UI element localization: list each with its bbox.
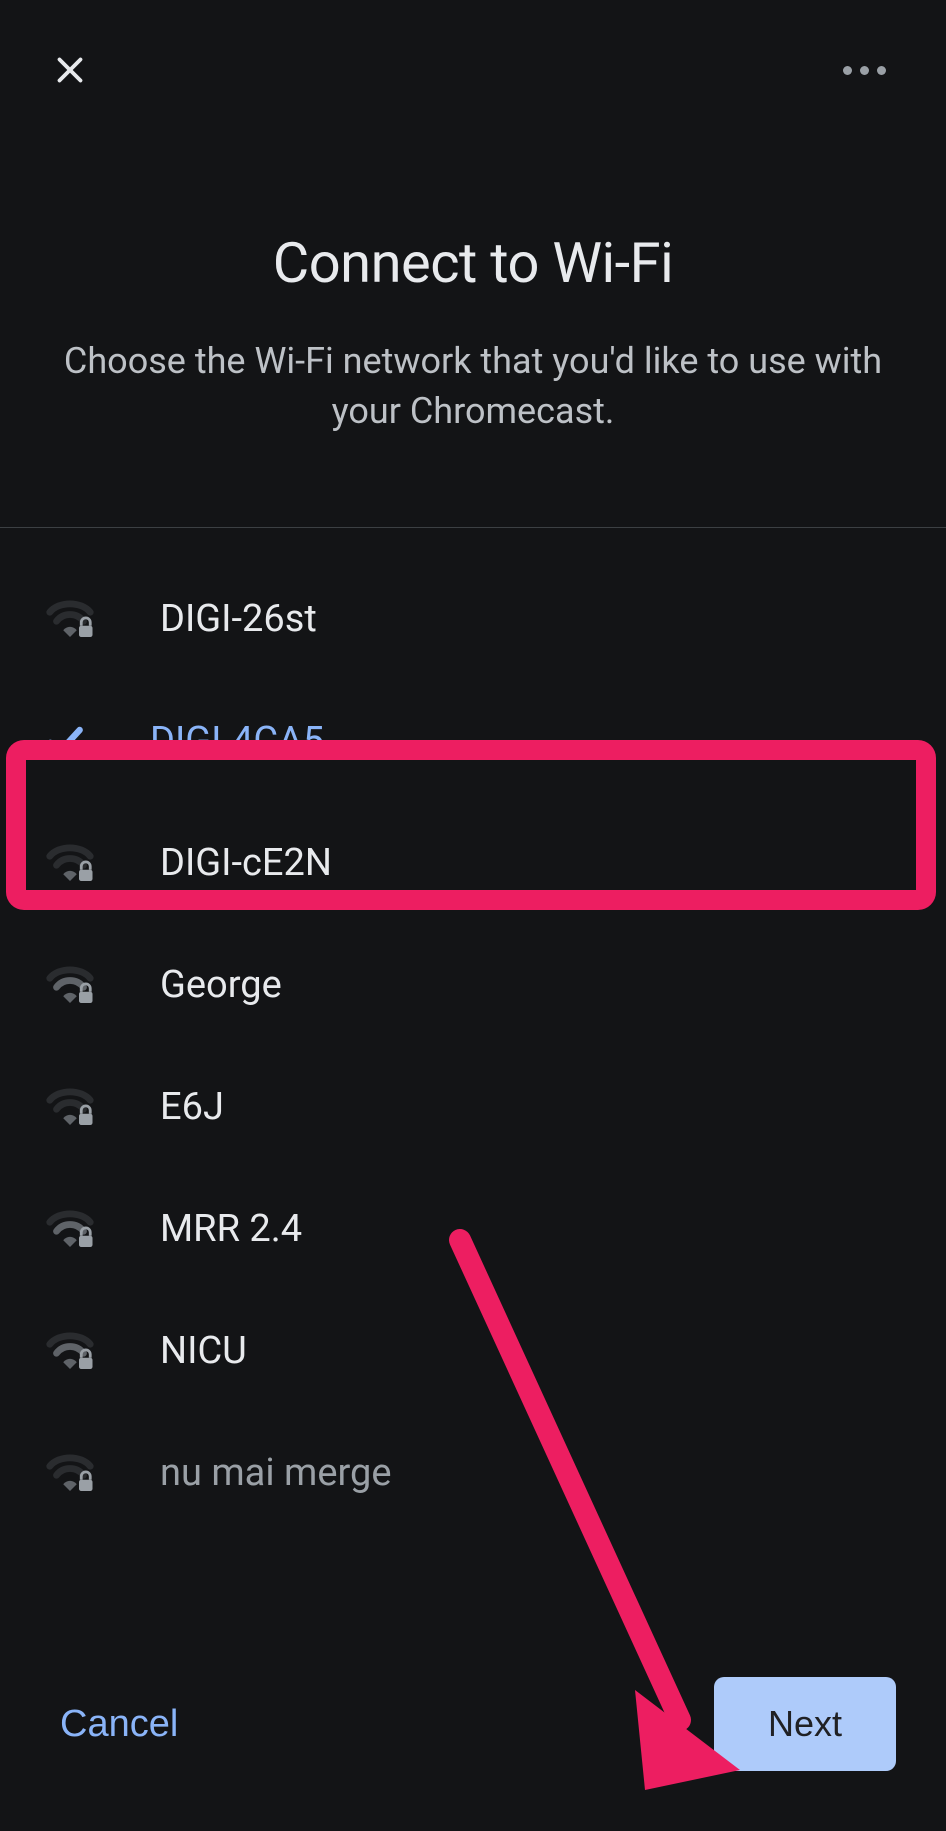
cancel-button[interactable]: Cancel <box>50 1685 188 1764</box>
check-icon <box>40 716 90 766</box>
network-item[interactable]: George <box>0 924 946 1046</box>
network-label: NICU <box>160 1329 247 1373</box>
network-item[interactable]: DIGI-26st <box>0 558 946 680</box>
more-options-icon[interactable] <box>833 56 896 85</box>
network-label: E6J <box>160 1085 224 1129</box>
wifi-lock-icon <box>40 838 100 888</box>
page-title: Connect to Wi-Fi <box>60 230 886 296</box>
page-subtitle: Choose the Wi-Fi network that you'd like… <box>60 336 886 437</box>
network-label: DIGI-cE2N <box>160 841 332 885</box>
network-item[interactable]: E6J <box>0 1046 946 1168</box>
network-label: MRR 2.4 <box>160 1207 302 1251</box>
network-label: George <box>160 963 282 1007</box>
network-label: DIGI-4CA5 <box>150 719 324 763</box>
network-list: DIGI-26st DIGI-4CA5 DIGI-cE2N George E6J… <box>0 528 946 1534</box>
close-icon[interactable] <box>50 50 90 90</box>
wifi-lock-icon <box>40 594 100 644</box>
network-label: nu mai merge <box>160 1451 392 1495</box>
wifi-lock-icon <box>40 1082 100 1132</box>
next-button[interactable]: Next <box>714 1677 896 1771</box>
network-label: DIGI-26st <box>160 597 317 641</box>
wifi-lock-icon <box>40 1448 100 1498</box>
wifi-lock-icon <box>40 1326 100 1376</box>
network-item[interactable]: nu mai merge <box>0 1412 946 1534</box>
network-item[interactable]: MRR 2.4 <box>0 1168 946 1290</box>
network-item[interactable]: DIGI-4CA5 <box>0 680 946 802</box>
wifi-lock-icon <box>40 1204 100 1254</box>
network-item[interactable]: NICU <box>0 1290 946 1412</box>
wifi-lock-icon <box>40 960 100 1010</box>
network-item[interactable]: DIGI-cE2N <box>0 802 946 924</box>
